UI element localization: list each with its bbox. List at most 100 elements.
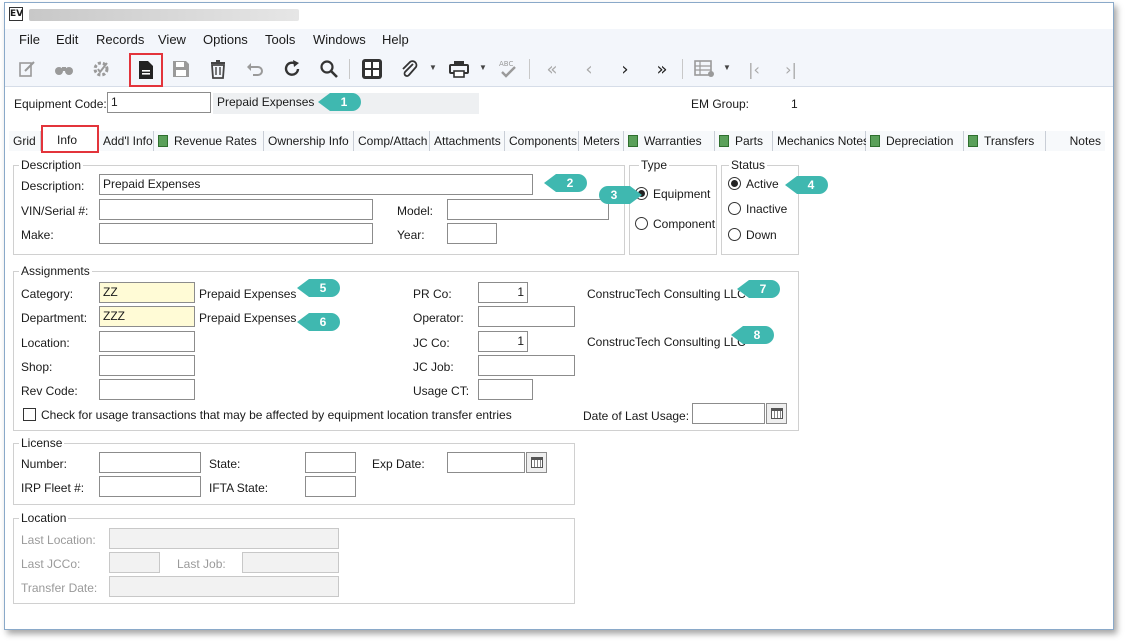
toolbar-separator (349, 59, 350, 79)
tab-label: Warranties (644, 134, 702, 148)
menu-tools[interactable]: Tools (265, 32, 295, 47)
type-group-title: Type (639, 158, 670, 172)
down-radio[interactable] (728, 228, 741, 241)
license-number-label: Number: (21, 457, 68, 471)
ifta-state-input[interactable] (305, 476, 356, 497)
attachment-icon[interactable] (395, 55, 423, 83)
last-jcco-input (109, 552, 160, 573)
callout-5: 5 (297, 276, 341, 300)
rev-code-input[interactable] (99, 379, 195, 400)
category-input[interactable]: ZZ (99, 282, 195, 303)
tab-mechanics-notes[interactable]: Mechanics Notes (773, 131, 869, 151)
tab-attachments[interactable]: Attachments (430, 131, 505, 151)
tab-parts[interactable]: Parts (715, 131, 773, 151)
location-input[interactable] (99, 331, 195, 352)
pr-co-input[interactable]: 1 (478, 282, 528, 303)
calendar-icon[interactable] (766, 403, 787, 424)
license-state-input[interactable] (305, 452, 356, 473)
previous-record-icon[interactable]: ‹ (575, 55, 603, 83)
department-input[interactable]: ZZZ (99, 306, 195, 327)
attachment-dropdown-icon[interactable]: ▼ (429, 63, 437, 72)
new-record-icon[interactable] (129, 53, 163, 87)
tab-notes[interactable]: Notes (1046, 131, 1105, 151)
print-dropdown-icon[interactable]: ▼ (479, 63, 487, 72)
table-icon[interactable] (691, 55, 719, 83)
active-radio[interactable] (728, 177, 741, 190)
table-dropdown-icon[interactable]: ▼ (723, 63, 731, 72)
menu-windows[interactable]: Windows (313, 32, 366, 47)
last-page-icon[interactable]: ›| (777, 55, 805, 83)
spellcheck-icon[interactable]: ABC (494, 55, 522, 83)
window-title-redacted (29, 9, 299, 21)
location-label: Location: (21, 336, 70, 350)
menu-file[interactable]: File (19, 32, 40, 47)
description-input[interactable]: Prepaid Expenses (99, 174, 533, 195)
model-label: Model: (397, 204, 434, 218)
delete-icon[interactable] (204, 55, 232, 83)
tab-comp-attach[interactable]: Comp/Attach (354, 131, 430, 151)
tab-addl-info[interactable]: Add'l Info (99, 131, 154, 151)
gear-check-icon[interactable] (87, 55, 115, 83)
tab-label: Notes (1069, 134, 1101, 148)
shop-input[interactable] (99, 355, 195, 376)
menu-records[interactable]: Records (96, 32, 144, 47)
jc-job-input[interactable] (478, 355, 575, 376)
tab-transfers[interactable]: Transfers (964, 131, 1046, 151)
date-last-usage-input[interactable] (692, 403, 765, 424)
tab-label: Attachments (434, 134, 501, 148)
callout-7: 7 (737, 277, 781, 301)
tab-revenue-rates[interactable]: Revenue Rates (154, 131, 264, 151)
refresh-icon[interactable] (278, 55, 306, 83)
equipment-code-input[interactable]: 1 (107, 92, 211, 113)
first-page-icon[interactable]: |‹ (740, 55, 768, 83)
menu-edit[interactable]: Edit (56, 32, 78, 47)
component-radio[interactable] (635, 217, 648, 230)
grid-icon[interactable] (358, 55, 386, 83)
transfer-date-label: Transfer Date: (21, 581, 98, 595)
tab-label: Add'l Info (103, 134, 153, 148)
menu-view[interactable]: View (158, 32, 186, 47)
check-usage-checkbox[interactable] (23, 408, 36, 421)
irp-fleet-input[interactable] (99, 476, 201, 497)
tab-depreciation[interactable]: Depreciation (866, 131, 964, 151)
menu-options[interactable]: Options (203, 32, 248, 47)
tab-page-icon (968, 135, 978, 147)
tab-components[interactable]: Components (505, 131, 579, 151)
inactive-radio[interactable] (728, 202, 741, 215)
irp-fleet-label: IRP Fleet #: (21, 481, 85, 495)
last-record-icon[interactable]: » (648, 55, 676, 83)
search-icon[interactable] (315, 55, 343, 83)
save-icon[interactable] (167, 55, 195, 83)
tab-ownership-info[interactable]: Ownership Info (264, 131, 354, 151)
callout-4: 4 (785, 173, 829, 197)
ifta-state-label: IFTA State: (209, 481, 269, 495)
tab-info[interactable]: Info (41, 125, 99, 153)
calendar-icon[interactable] (526, 452, 547, 473)
next-record-icon[interactable]: › (611, 55, 639, 83)
jc-co-input[interactable]: 1 (478, 331, 528, 352)
tab-warranties[interactable]: Warranties (624, 131, 715, 151)
menu-help[interactable]: Help (382, 32, 409, 47)
model-input[interactable] (447, 199, 609, 220)
usage-ct-input[interactable] (478, 379, 533, 400)
make-input[interactable] (99, 223, 373, 244)
license-number-input[interactable] (99, 452, 201, 473)
tab-meters[interactable]: Meters (579, 131, 624, 151)
department-description: Prepaid Expenses (199, 311, 297, 325)
vin-serial-input[interactable] (99, 199, 373, 220)
toolbar-separator (529, 59, 530, 79)
jc-job-label: JC Job: (413, 360, 454, 374)
component-radio-label: Component (653, 217, 716, 231)
shop-label: Shop: (21, 360, 53, 374)
first-record-icon[interactable]: « (538, 55, 566, 83)
svg-text:ABC: ABC (499, 60, 513, 68)
operator-input[interactable] (478, 306, 575, 327)
undo-icon[interactable] (241, 55, 269, 83)
callout-number: 4 (807, 178, 815, 192)
tab-grid[interactable]: Grid (9, 131, 41, 151)
print-icon[interactable] (445, 55, 473, 83)
exp-date-input[interactable] (447, 452, 525, 473)
edit-icon[interactable] (13, 55, 41, 83)
binoculars-icon[interactable] (50, 55, 78, 83)
year-input[interactable] (447, 223, 497, 244)
